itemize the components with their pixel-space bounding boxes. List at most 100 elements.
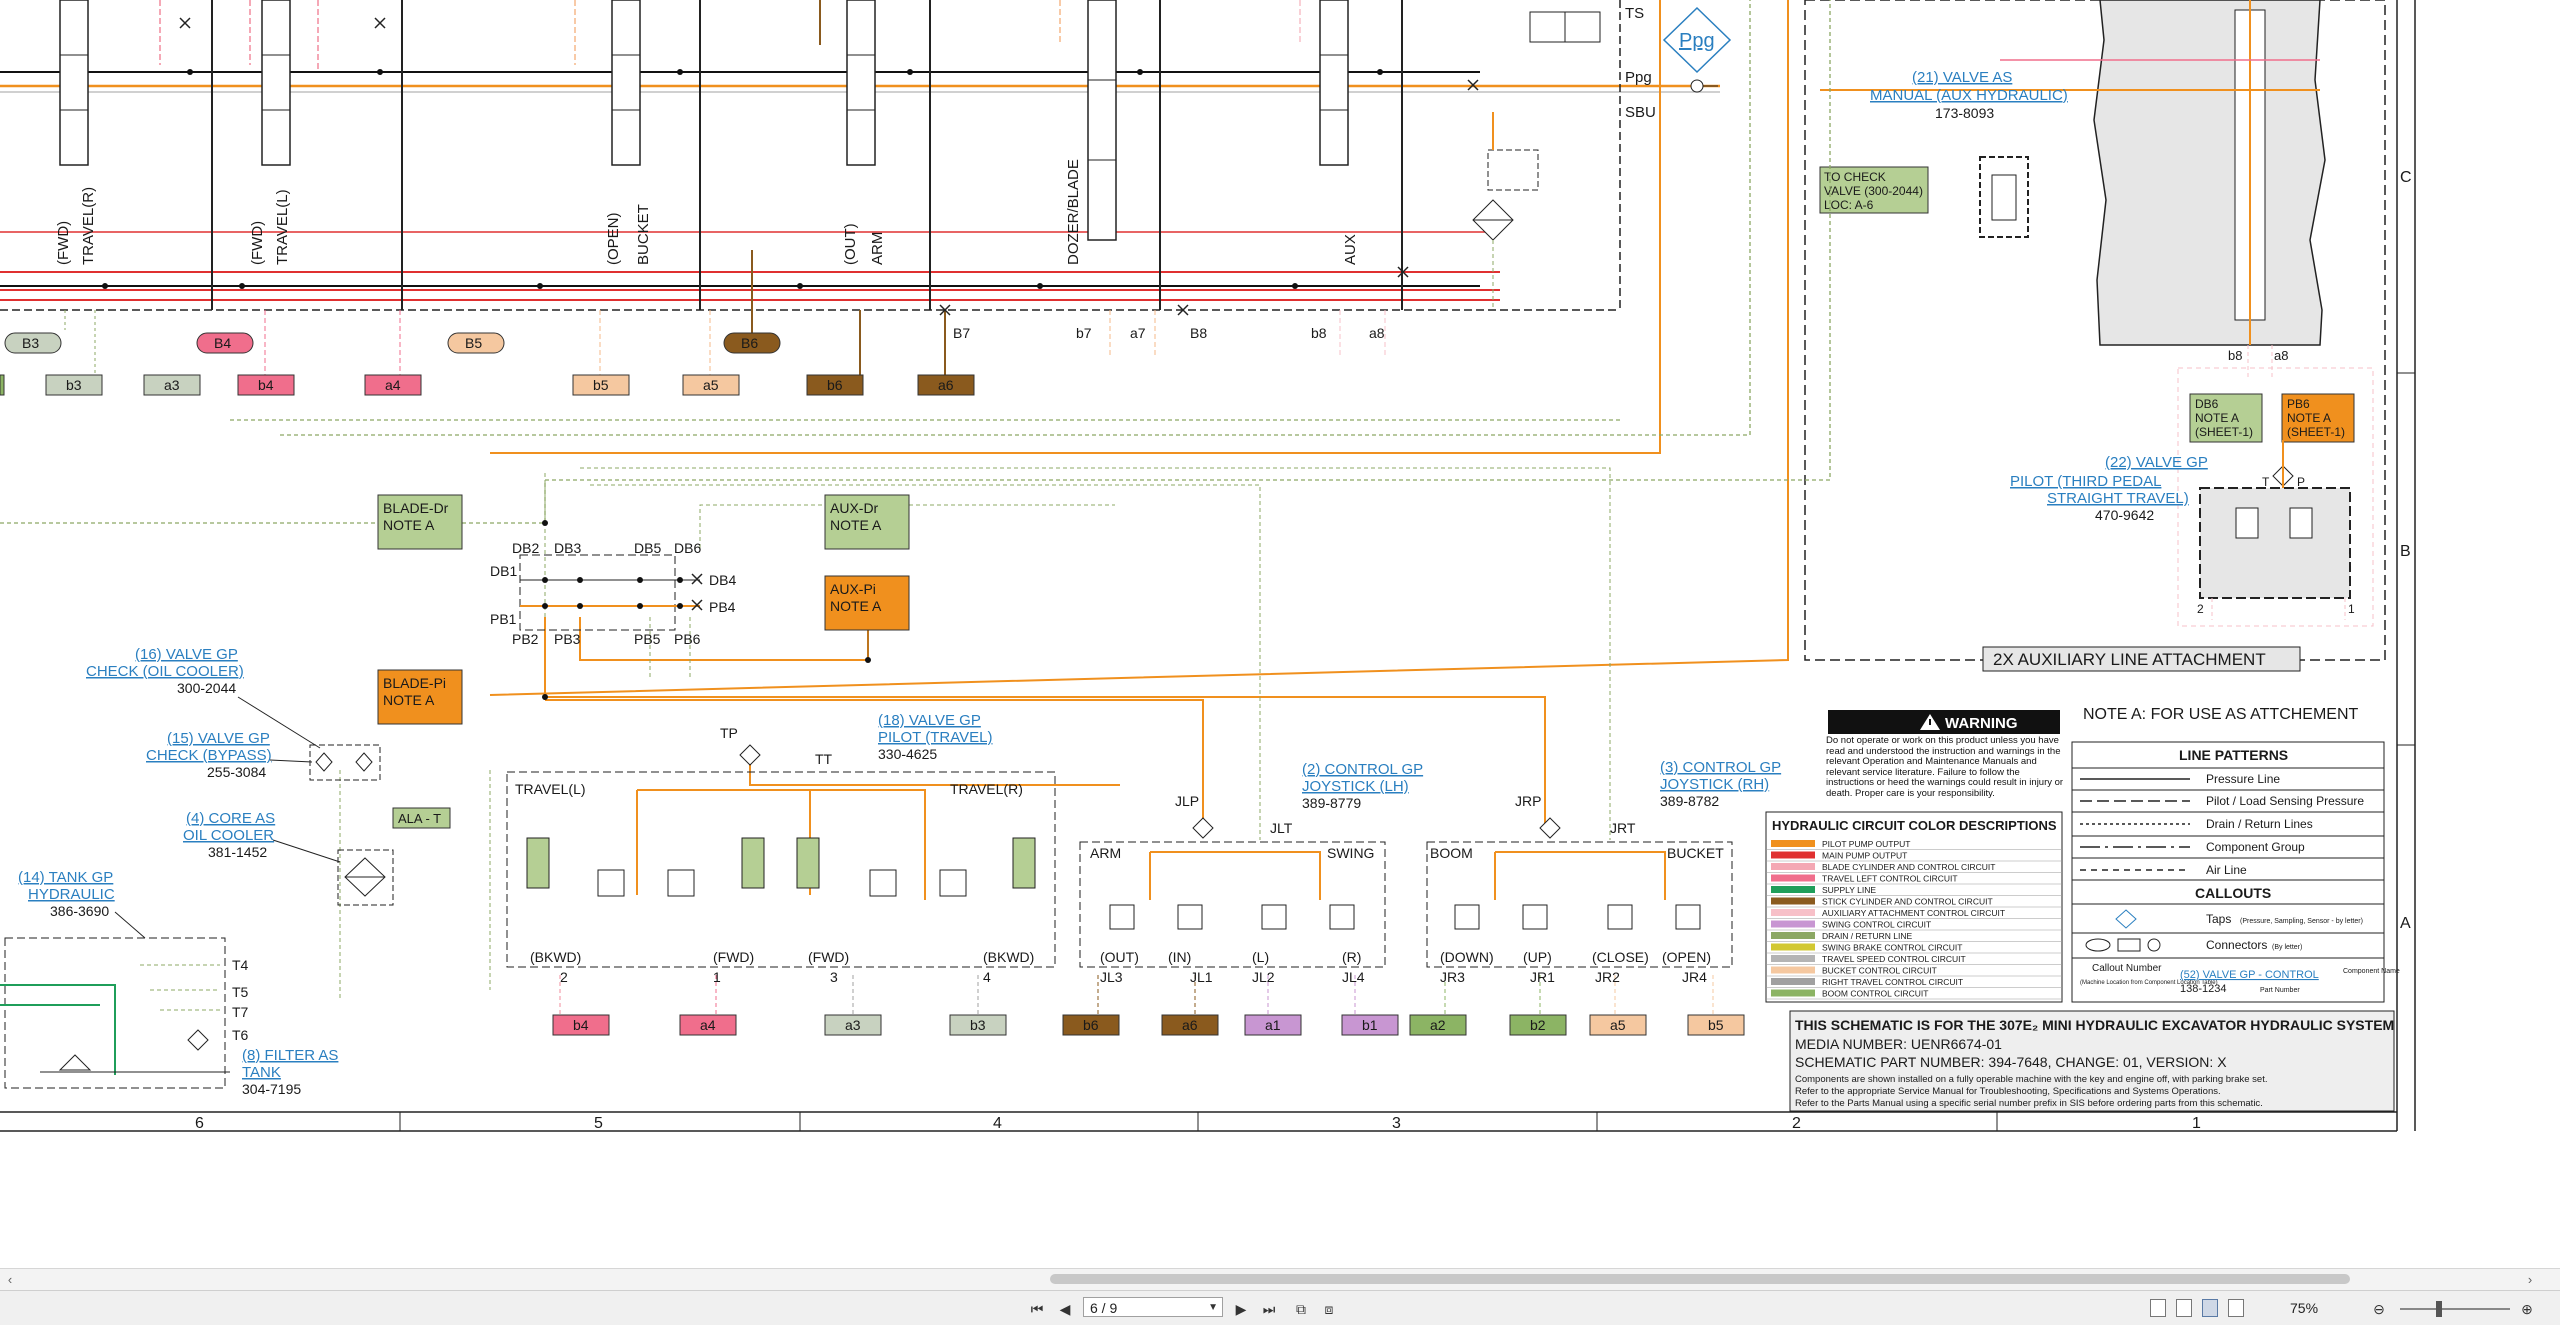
joystick-lh-code: JL4	[1342, 969, 1365, 985]
joystick-rh-part: 389-8782	[1660, 793, 1719, 809]
joystick-rh-title-1[interactable]: (3) CONTROL GP	[1660, 759, 1781, 776]
cover-view-icon[interactable]	[2228, 1299, 2244, 1317]
page-number-field[interactable]: 6 / 9 ▼	[1083, 1297, 1223, 1317]
joystick-lh-jlp: JLP	[1175, 793, 1199, 809]
zoom-slider-handle[interactable]	[2436, 1301, 2442, 1317]
zoom-in-icon[interactable]: ⊕	[2518, 1300, 2536, 1318]
legend-swatch	[1771, 920, 1815, 928]
aux-valve-title-1[interactable]: (21) VALVE AS	[1912, 69, 2012, 86]
legend-swatch	[1771, 874, 1815, 882]
prev-page-icon[interactable]: ◀	[1056, 1300, 1074, 1318]
port-b4-label: B4	[214, 335, 231, 351]
legend-swatch	[1771, 840, 1815, 847]
joystick-lh-title-1[interactable]: (2) CONTROL GP	[1302, 761, 1423, 778]
facing-view-icon[interactable]	[2202, 1299, 2218, 1317]
legend-swatch	[1771, 989, 1815, 997]
port-b3-label: B3	[22, 335, 39, 351]
pilot-travel-title-1[interactable]: (18) VALVE GP	[878, 712, 981, 729]
control-valve-bank	[0, 0, 1720, 375]
title-block-line-5: Refer to the appropriate Service Manual …	[1795, 1086, 2221, 1097]
blade-dr-line: NOTE A	[383, 517, 435, 533]
callout-example-link[interactable]: (52) VALVE GP - CONTROL	[2180, 969, 2319, 981]
port-label: B7	[953, 325, 970, 341]
warning-header	[1828, 710, 2060, 734]
legend-label: BLADE CYLINDER AND CONTROL CIRCUIT	[1822, 862, 1996, 872]
filter-title-1[interactable]: (8) FILTER AS	[242, 1047, 338, 1064]
tank-title-1[interactable]: (14) TANK GP	[18, 869, 113, 886]
continuous-view-icon[interactable]	[2176, 1299, 2192, 1317]
joystick-rh-jrt: JRT	[1610, 820, 1636, 836]
last-page-icon[interactable]: ⏭	[1260, 1300, 1278, 1318]
check-bypass-title-1[interactable]: (15) VALVE GP	[167, 730, 270, 747]
bottom-tag: b5	[1708, 1017, 1724, 1033]
single-page-view-icon[interactable]	[2150, 1299, 2166, 1317]
joystick-lh-port: (R)	[1342, 949, 1361, 965]
zoom-level[interactable]: 75%	[2290, 1300, 2318, 1316]
title-block-line-6: Refer to the Parts Manual using a specif…	[1795, 1098, 2263, 1109]
scrollbar-thumb[interactable]	[1050, 1274, 2350, 1284]
horizontal-scrollbar[interactable]: ‹ ›	[0, 1268, 2560, 1291]
check-oil-cooler-title-1[interactable]: (16) VALVE GP	[135, 646, 238, 663]
legend-label: PILOT PUMP OUTPUT	[1822, 839, 1910, 849]
grid-col-label: 2	[1792, 1115, 1801, 1132]
note-db6-line: DB6	[2195, 397, 2219, 411]
hydraulic-schematic: 6 5 4 3 2 1 C B A (FWD) TRAVEL(R) (FWD) …	[0, 0, 2416, 1132]
note-a-text: NOTE A: FOR USE AS ATTCHEMENT	[2083, 706, 2359, 723]
oil-cooler-title-2[interactable]: OIL COOLER	[183, 827, 274, 844]
third-pedal-title-1[interactable]: (22) VALVE GP	[2105, 454, 2208, 471]
zoom-slider[interactable]	[2400, 1308, 2510, 1310]
blade-dr-line: BLADE-Dr	[383, 500, 449, 516]
callout-number-label: Callout Number	[2092, 963, 2162, 974]
note-db6-line: (SHEET-1)	[2195, 425, 2253, 439]
scroll-right-icon[interactable]: ›	[2522, 1272, 2538, 1288]
tank-port: T5	[232, 984, 249, 1000]
joystick-rh-code: JR3	[1440, 969, 1465, 985]
bottom-tag: a5	[1610, 1017, 1626, 1033]
first-page-icon[interactable]: ⏮	[1028, 1300, 1046, 1318]
scroll-left-icon[interactable]: ‹	[2, 1272, 18, 1288]
port-tag: b6	[827, 377, 843, 393]
db-label: DB1	[490, 563, 517, 579]
pb-label: PB1	[490, 611, 517, 627]
port-label: B8	[1190, 325, 1207, 341]
port-tag: a3	[164, 377, 180, 393]
ppg-tap-link[interactable]: Ppg	[1679, 30, 1715, 52]
port-sbu-label: SBU	[1625, 104, 1656, 121]
section-dir-label: (OPEN)	[605, 212, 622, 265]
aux-dr-line: AUX-Dr	[830, 500, 879, 516]
connectors-note: (By letter)	[2272, 944, 2302, 951]
warning-title: WARNING	[1945, 715, 2018, 732]
check-bypass-title-2[interactable]: CHECK (BYPASS)	[146, 747, 272, 764]
section-name-label: BUCKET	[635, 204, 652, 265]
callout-part-example: 138-1234	[2180, 983, 2227, 995]
legend-swatch	[1771, 886, 1815, 893]
check-oil-cooler-title-2[interactable]: CHECK (OIL COOLER)	[86, 663, 244, 680]
tank-port: T7	[232, 1004, 249, 1020]
joystick-lh-port: (OUT)	[1100, 949, 1139, 965]
legend-swatch	[1771, 966, 1815, 974]
copy-page-icon[interactable]: ⧉	[1292, 1300, 1310, 1318]
legend-swatch	[1771, 863, 1815, 870]
chevron-down-icon[interactable]: ▼	[1208, 1298, 1218, 1318]
third-pedal-title-2[interactable]: PILOT (THIRD PEDAL	[2010, 473, 2161, 490]
document-viewport[interactable]: 6 5 4 3 2 1 C B A (FWD) TRAVEL(R) (FWD) …	[0, 0, 2560, 1268]
aux-valve-title-2[interactable]: MANUAL (AUX HYDRAULIC)	[1870, 87, 2068, 104]
joystick-rh-code: JR1	[1530, 969, 1555, 985]
db-label: DB6	[674, 540, 701, 556]
zoom-out-icon[interactable]: ⊖	[2370, 1300, 2388, 1318]
next-page-icon[interactable]: ▶	[1232, 1300, 1250, 1318]
filter-title-2[interactable]: TANK	[242, 1064, 281, 1081]
port-b6-label: B6	[741, 335, 758, 351]
third-pedal-title-3[interactable]: STRAIGHT TRAVEL)	[2047, 490, 2189, 507]
joystick-lh-title-2[interactable]: JOYSTICK (LH)	[1302, 778, 1409, 795]
joystick-rh-title-2[interactable]: JOYSTICK (RH)	[1660, 776, 1769, 793]
tank-title-2[interactable]: HYDRAULIC	[28, 886, 115, 903]
line-pattern-label: Air Line	[2206, 863, 2247, 877]
pilot-travel-title-2[interactable]: PILOT (TRAVEL)	[878, 729, 992, 746]
line-pattern-label: Pressure Line	[2206, 772, 2280, 786]
note-pb6-line: (SHEET-1)	[2287, 425, 2345, 439]
legend-swatch	[1771, 909, 1815, 916]
oil-cooler-title-1[interactable]: (4) CORE AS	[186, 810, 275, 827]
pilot-travel-left: TRAVEL(L)	[515, 781, 586, 797]
export-icon[interactable]: ⧈	[1320, 1300, 1338, 1318]
